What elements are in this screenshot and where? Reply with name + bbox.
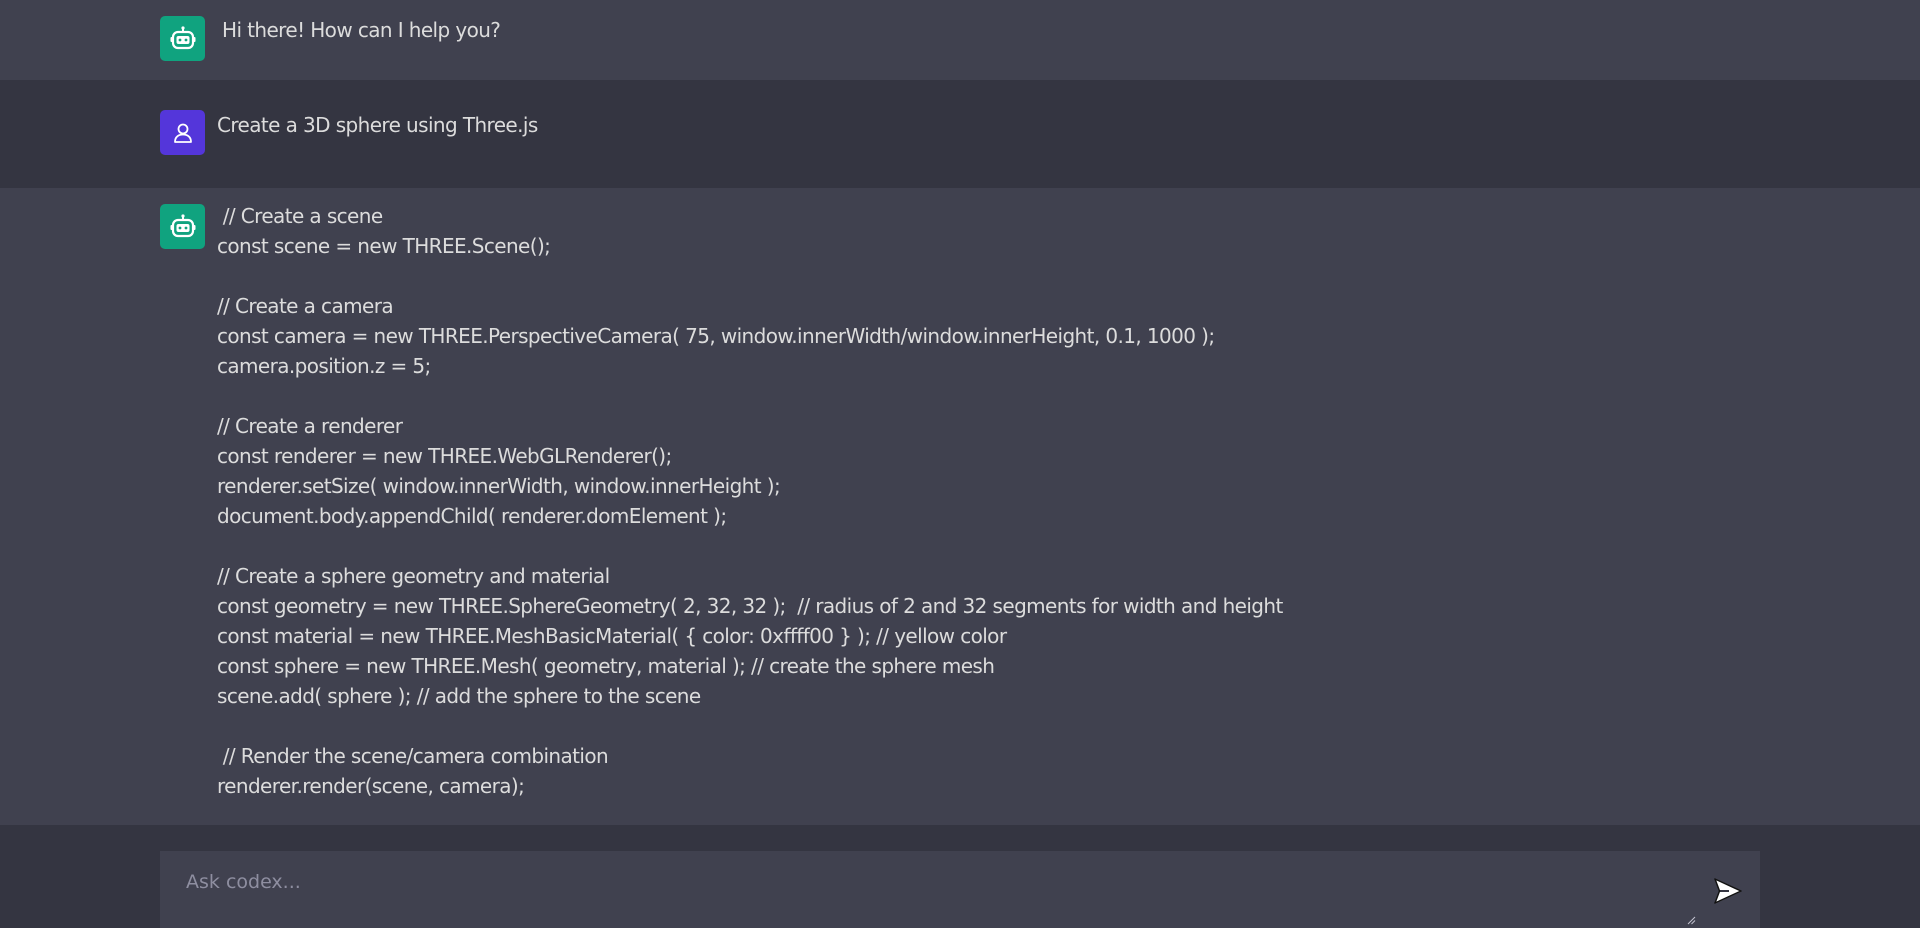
code-line: const sphere = new THREE.Mesh( geometry,…: [217, 654, 995, 678]
code-line: const geometry = new THREE.SphereGeometr…: [217, 594, 1283, 618]
code-line: // Create a renderer: [217, 414, 403, 438]
code-line: // Create a camera: [217, 294, 394, 318]
code-line: // Create a scene: [217, 204, 383, 228]
send-icon: [1714, 878, 1742, 904]
code-line: const material = new THREE.MeshBasicMate…: [217, 624, 1007, 648]
user-avatar: [160, 110, 205, 155]
code-line: renderer.setSize( window.innerWidth, win…: [217, 474, 781, 498]
user-icon: [173, 123, 192, 143]
code-line: document.body.appendChild( renderer.domE…: [217, 504, 727, 528]
code-line: camera.position.z = 5;: [217, 354, 431, 378]
code-response: // Create a scene const scene = new THRE…: [217, 201, 1283, 801]
robot-icon: [170, 25, 195, 49]
code-line: // Create a sphere geometry and material: [217, 564, 610, 588]
code-line: renderer.render(scene, camera);: [217, 774, 525, 798]
robot-icon: [170, 213, 195, 237]
composer: [0, 825, 1920, 928]
message-text: Create a 3D sphere using Three.js: [217, 113, 538, 137]
code-line: // Render the scene/camera combination: [217, 744, 609, 768]
chat-container: Hi there! How can I help you? Create a 3…: [0, 0, 1920, 825]
code-line: const scene = new THREE.Scene();: [217, 234, 551, 258]
resize-handle-icon[interactable]: [1686, 915, 1696, 925]
bot-message: Hi there! How can I help you?: [0, 0, 1920, 80]
chat-app: Hi there! How can I help you? Create a 3…: [0, 0, 1920, 928]
prompt-input[interactable]: [160, 851, 1760, 928]
code-line: const renderer = new THREE.WebGLRenderer…: [217, 444, 672, 468]
bot-avatar: [160, 204, 205, 249]
code-line: scene.add( sphere ); // add the sphere t…: [217, 684, 701, 708]
user-message: Create a 3D sphere using Three.js: [0, 80, 1920, 188]
bot-message: // Create a scene const scene = new THRE…: [0, 188, 1920, 825]
code-line: const camera = new THREE.PerspectiveCame…: [217, 324, 1215, 348]
send-button[interactable]: [1710, 873, 1746, 909]
message-text: Hi there! How can I help you?: [222, 18, 501, 42]
bot-avatar: [160, 16, 205, 61]
